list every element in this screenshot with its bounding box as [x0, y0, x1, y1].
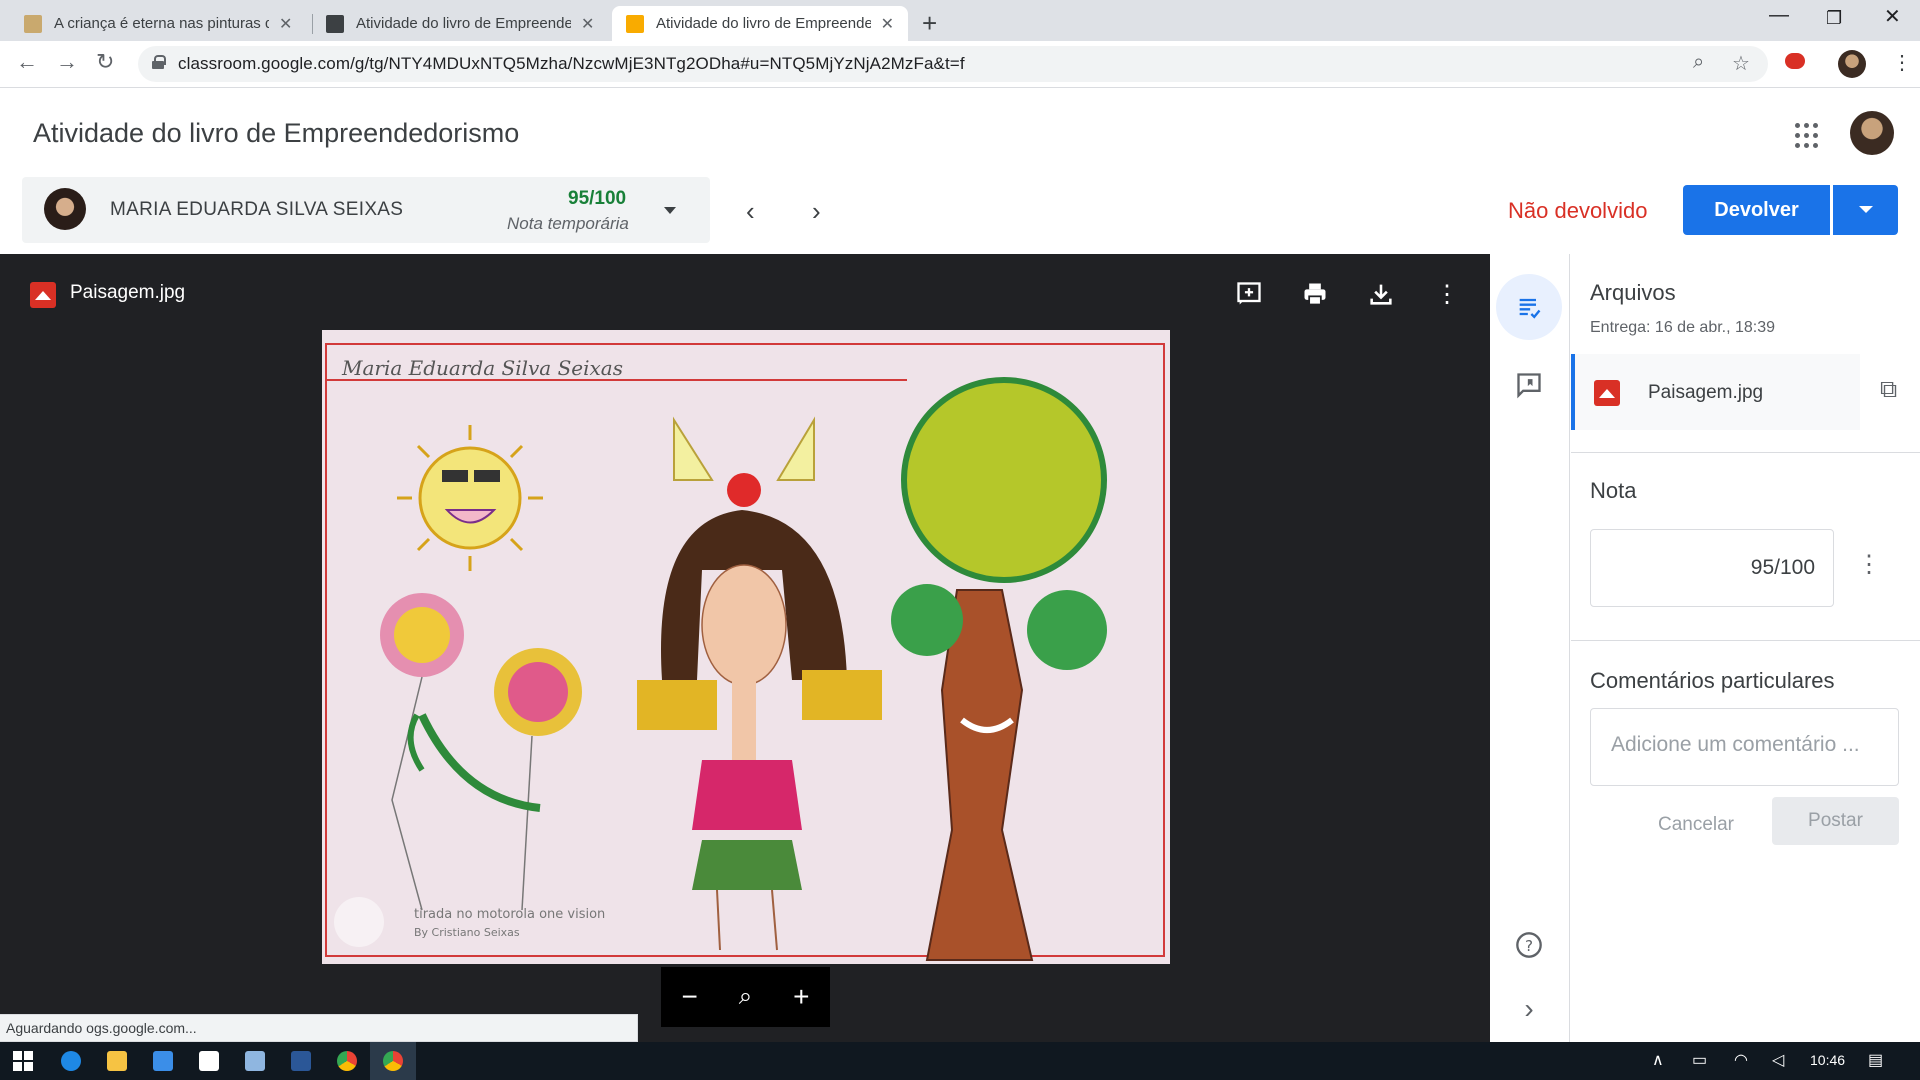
- minimize-icon[interactable]: —: [1769, 4, 1789, 27]
- tab-label: Atividade do livro de Empreende: [356, 15, 571, 32]
- add-comment-icon[interactable]: [1231, 276, 1267, 312]
- help-icon[interactable]: ?: [1496, 912, 1562, 978]
- student-drawing-image: Maria Eduarda Silva Seixas tirada no mot…: [322, 330, 1170, 964]
- cancel-button[interactable]: Cancelar: [1631, 801, 1761, 849]
- lock-icon: [152, 55, 166, 69]
- zoom-in-icon[interactable]: +: [793, 981, 809, 1013]
- return-button[interactable]: Devolver: [1683, 185, 1830, 235]
- browser-tab-bar: A criança é eterna nas pinturas de ✕ Ati…: [0, 0, 1920, 41]
- file-viewer: Paisagem.jpg ⋮ Maria Eduarda Silva Seixa…: [0, 254, 1490, 1042]
- browser-status-text: Aguardando ogs.google.com...: [0, 1014, 638, 1042]
- volume-icon[interactable]: ◁: [1772, 1050, 1784, 1070]
- tab-label: Atividade do livro de Empreende: [656, 15, 871, 32]
- browser-toolbar: ← → ↻ classroom.google.com/g/tg/NTY4MDUx…: [0, 41, 1920, 88]
- profile-avatar[interactable]: [1838, 50, 1866, 78]
- student-name: MARIA EDUARDA SILVA SEIXAS: [110, 199, 404, 220]
- expand-icon[interactable]: ›: [1496, 976, 1562, 1042]
- browser-tab-2[interactable]: Atividade do livro de Empreende ✕: [312, 6, 608, 41]
- grade-note: Nota temporária: [507, 214, 629, 233]
- back-icon[interactable]: ←: [16, 49, 38, 75]
- word-icon[interactable]: [278, 1042, 324, 1080]
- grade-input[interactable]: 95/100: [1590, 529, 1834, 607]
- delivery-date: Entrega: 16 de abr., 18:39: [1590, 319, 1776, 336]
- instructions-icon[interactable]: [1496, 274, 1562, 340]
- url-text: classroom.google.com/g/tg/NTY4MDUxNTQ5Mz…: [178, 54, 965, 73]
- file-explorer-icon[interactable]: [94, 1042, 140, 1080]
- post-button[interactable]: Postar: [1772, 797, 1899, 845]
- tab-favicon-icon: [326, 14, 344, 33]
- zoom-icon[interactable]: ⌕: [1693, 51, 1704, 74]
- zoom-search-icon[interactable]: ⌕: [739, 983, 752, 1011]
- chrome-icon[interactable]: [324, 1042, 370, 1080]
- notifications-icon[interactable]: ▤: [1868, 1050, 1883, 1070]
- grading-panel: Arquivos Entrega: 16 de abr., 18:39 Pais…: [1571, 254, 1920, 1042]
- svg-text:?: ?: [1525, 937, 1533, 955]
- open-in-new-icon[interactable]: ⧉: [1880, 376, 1897, 404]
- windows-taskbar: ∧ ▭ ◠ ◁ 10:46 ▤: [0, 1042, 1920, 1080]
- watermark-line1: tirada no motorola one vision: [414, 907, 605, 922]
- student-grade: 95/100: [568, 188, 627, 209]
- return-status: Não devolvido: [1508, 198, 1648, 223]
- sun-drawing: [397, 425, 543, 571]
- wifi-icon[interactable]: ◠: [1734, 1050, 1748, 1070]
- browser-tab-1[interactable]: A criança é eterna nas pinturas de ✕: [10, 6, 306, 41]
- menu-icon[interactable]: ⋮: [1892, 50, 1912, 75]
- chevron-down-icon[interactable]: [664, 207, 676, 214]
- new-tab-button[interactable]: +: [922, 8, 937, 39]
- extension-icon[interactable]: [1785, 53, 1805, 69]
- more-icon[interactable]: ⋮: [1429, 276, 1465, 312]
- close-window-icon[interactable]: ✕: [1884, 4, 1901, 29]
- page-title: Atividade do livro de Empreendedorismo: [33, 118, 520, 148]
- tab-favicon-icon: [626, 14, 644, 33]
- store-icon[interactable]: [186, 1042, 232, 1080]
- tab-label: A criança é eterna nas pinturas de: [54, 15, 269, 32]
- star-icon[interactable]: ☆: [1732, 51, 1750, 76]
- grade-heading: Nota: [1590, 478, 1637, 503]
- app-icon[interactable]: [232, 1042, 278, 1080]
- zoom-out-icon[interactable]: −: [681, 981, 697, 1013]
- attachment-name: Paisagem.jpg: [1648, 382, 1764, 403]
- viewer-filename: Paisagem.jpg: [70, 282, 186, 303]
- print-icon[interactable]: [1297, 276, 1333, 312]
- tab-close-icon[interactable]: ✕: [881, 14, 894, 34]
- forward-icon[interactable]: →: [56, 49, 78, 75]
- private-comment-input[interactable]: Adicione um comentário ...: [1590, 708, 1899, 786]
- grade-more-icon[interactable]: ⋮: [1857, 550, 1881, 579]
- comments-icon[interactable]: [1496, 352, 1562, 418]
- attachment-item[interactable]: Paisagem.jpg ⧉: [1571, 354, 1920, 430]
- comments-heading: Comentários particulares: [1590, 668, 1835, 693]
- tab-close-icon[interactable]: ✕: [581, 14, 594, 34]
- reload-icon[interactable]: ↻: [96, 49, 114, 75]
- student-avatar: [44, 188, 86, 230]
- previous-student-icon[interactable]: ‹: [746, 196, 755, 227]
- zoom-controls: − ⌕ +: [661, 967, 830, 1027]
- image-file-icon: [30, 282, 56, 308]
- start-button[interactable]: [0, 1042, 46, 1080]
- side-rail: ? ›: [1490, 254, 1570, 1042]
- divider: [1571, 452, 1920, 453]
- apps-icon[interactable]: [1795, 123, 1818, 148]
- tray-chevron-icon[interactable]: ∧: [1652, 1050, 1664, 1070]
- download-icon[interactable]: [1363, 276, 1399, 312]
- account-avatar[interactable]: [1850, 111, 1894, 155]
- mail-icon[interactable]: [140, 1042, 186, 1080]
- return-options-button[interactable]: [1833, 185, 1898, 235]
- battery-icon[interactable]: ▭: [1692, 1050, 1707, 1070]
- watermark-line2: By Cristiano Seixas: [414, 926, 520, 939]
- address-bar[interactable]: classroom.google.com/g/tg/NTY4MDUxNTQ5Mz…: [138, 46, 1768, 82]
- next-student-icon[interactable]: ›: [812, 196, 821, 227]
- image-file-icon: [1594, 380, 1620, 406]
- edge-icon[interactable]: [48, 1042, 94, 1080]
- restore-icon[interactable]: ❐: [1826, 8, 1842, 29]
- clock: 10:46: [1810, 1052, 1846, 1068]
- browser-tab-3-active[interactable]: Atividade do livro de Empreende ✕: [612, 6, 908, 41]
- tab-favicon-icon: [24, 14, 42, 33]
- student-selector[interactable]: MARIA EDUARDA SILVA SEIXAS 95/100 Nota t…: [22, 177, 710, 243]
- divider: [1571, 640, 1920, 641]
- files-heading: Arquivos: [1590, 280, 1676, 305]
- drawing-written-name: Maria Eduarda Silva Seixas: [341, 356, 623, 380]
- chrome-active-icon[interactable]: [370, 1042, 416, 1080]
- tab-close-icon[interactable]: ✕: [279, 14, 292, 34]
